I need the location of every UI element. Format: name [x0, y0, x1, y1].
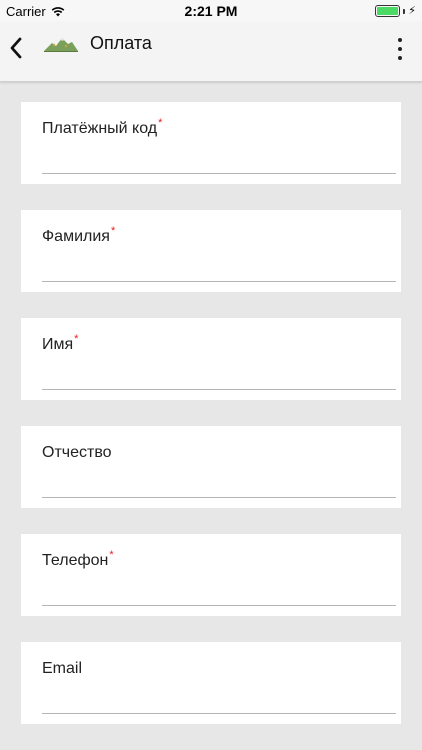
- first-name-input[interactable]: [42, 362, 396, 390]
- first-name-label: Имя*: [42, 333, 79, 354]
- email-label: Email: [42, 660, 83, 678]
- mountain-logo-icon: [44, 38, 78, 52]
- email-label-text: Email: [42, 660, 83, 677]
- required-mark: *: [74, 333, 79, 345]
- email-input[interactable]: [42, 686, 396, 714]
- field-card-first-name: Имя*: [21, 318, 401, 400]
- field-card-payment-code: Платёжный код*: [21, 102, 401, 184]
- last-name-label: Фамилия*: [42, 225, 116, 246]
- phone-label-text: Телефон: [42, 552, 109, 569]
- status-time: 2:21 PM: [184, 3, 238, 19]
- required-mark: *: [158, 117, 163, 129]
- required-mark: *: [109, 549, 114, 561]
- battery-icon: [375, 5, 401, 17]
- patronymic-input[interactable]: [42, 470, 396, 498]
- patronymic-label: Отчество: [42, 444, 113, 462]
- status-bar: Carrier 2:21 PM ⚡: [0, 0, 422, 22]
- payment-code-input[interactable]: [42, 146, 396, 174]
- charging-bolt-icon: ⚡: [408, 4, 416, 17]
- app-bar: Оплата: [0, 22, 422, 82]
- last-name-input[interactable]: [42, 254, 396, 282]
- phone-label: Телефон*: [42, 549, 114, 570]
- more-vertical-icon: [398, 38, 402, 42]
- back-button[interactable]: [4, 34, 28, 62]
- chevron-left-icon: [10, 37, 22, 59]
- payment-form: Платёжный код* Фамилия* Имя* Отчество Те…: [21, 102, 401, 750]
- more-vertical-icon-dot: [398, 47, 402, 51]
- field-card-email: Email: [21, 642, 401, 724]
- field-card-last-name: Фамилия*: [21, 210, 401, 292]
- required-mark: *: [110, 225, 116, 237]
- field-card-phone: Телефон*: [21, 534, 401, 616]
- battery-tip: [403, 8, 406, 14]
- first-name-label-text: Имя: [42, 336, 74, 353]
- patronymic-label-text: Отчество: [42, 444, 112, 461]
- status-right: ⚡: [375, 5, 416, 17]
- more-vertical-icon-dot: [398, 56, 402, 60]
- payment-code-label: Платёжный код*: [42, 117, 163, 138]
- payment-code-label-text: Платёжный код: [42, 120, 158, 137]
- last-name-label-text: Фамилия: [42, 228, 110, 245]
- field-card-patronymic: Отчество: [21, 426, 401, 508]
- battery-fill: [377, 7, 399, 15]
- page-title: Оплата: [90, 33, 152, 53]
- more-menu-button[interactable]: [396, 38, 404, 60]
- phone-input[interactable]: [42, 578, 396, 606]
